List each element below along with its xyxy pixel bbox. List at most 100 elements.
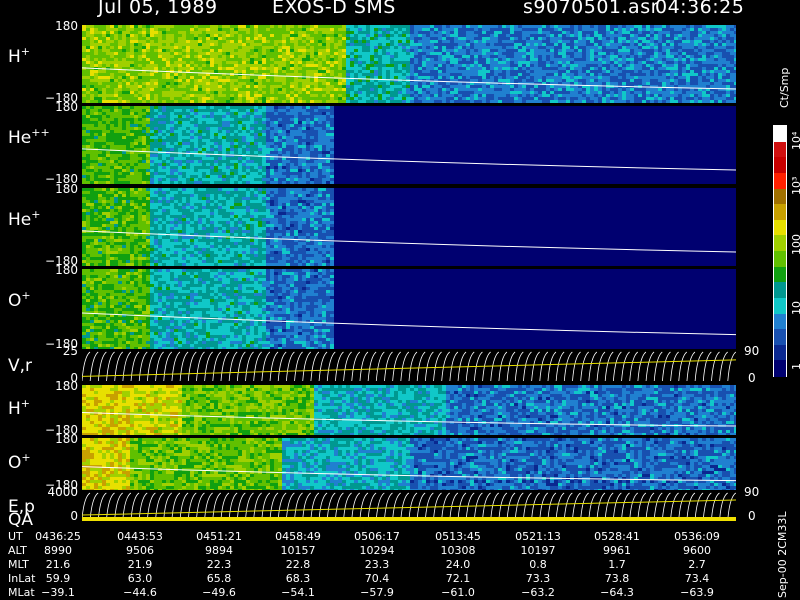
table-cell: 0506:17: [347, 530, 407, 543]
table-cell: 21.6: [28, 558, 88, 571]
colorbar-segment: [774, 344, 786, 361]
o-plus-2-label: O+: [8, 451, 31, 473]
panel-e-p: [82, 491, 736, 521]
table-row-label: MLT: [8, 558, 29, 571]
colorbar-segment: [774, 141, 786, 158]
table-cell: 0458:49: [268, 530, 328, 543]
table-cell: −54.1: [268, 586, 328, 599]
colorbar-tick-label: 10⁴: [790, 132, 800, 150]
table-cell: 0436:25: [28, 530, 88, 543]
table-cell: 22.3: [189, 558, 249, 571]
table-cell: 59.9: [28, 572, 88, 585]
table-cell: −49.6: [189, 586, 249, 599]
table-cell: 73.4: [667, 572, 727, 585]
table-cell: 21.9: [110, 558, 170, 571]
qa-label: QA: [8, 510, 33, 530]
panel-he-plus: [82, 188, 736, 266]
table-cell: 1.7: [587, 558, 647, 571]
v-r-ytick-top: 25: [42, 344, 78, 358]
he-plus-plus-plot: [82, 106, 736, 184]
table-cell: 0536:09: [667, 530, 727, 543]
o-plus-2-plot: [82, 438, 736, 490]
h-plus-1-label: H+: [8, 45, 30, 67]
table-cell: 10308: [428, 544, 488, 557]
table-cell: 65.8: [189, 572, 249, 585]
colorbar-tick-label: 10³: [790, 177, 800, 195]
side-code: Sep-00 2CM33L: [776, 512, 789, 599]
charge-superscript: +: [21, 289, 30, 302]
panel-v-r: [82, 350, 736, 383]
h-plus-1-plot: [82, 25, 736, 103]
table-cell: 10197: [508, 544, 568, 557]
table-cell: −64.3: [587, 586, 647, 599]
table-cell: 10294: [347, 544, 407, 557]
panel-h-plus-2: [82, 385, 736, 435]
table-cell: 70.4: [347, 572, 407, 585]
colorbar-segment: [774, 204, 786, 221]
colorbar-tick-label: 1: [790, 363, 800, 370]
table-cell: 68.3: [268, 572, 328, 585]
colorbar-segment: [774, 297, 786, 314]
e-p-ytick-top: 4000: [42, 485, 78, 499]
table-cell: 0443:53: [110, 530, 170, 543]
colorbar-segment: [774, 219, 786, 236]
table-cell: 0513:45: [428, 530, 488, 543]
panel-he-plus-plus: [82, 106, 736, 184]
he-plus-ytick-top: 180: [42, 182, 78, 196]
colorbar-segment: [774, 360, 786, 377]
species-symbol: H: [8, 47, 21, 67]
colorbar-tick-label: 100: [790, 234, 800, 255]
he-plus-plus-label: He++: [8, 126, 50, 148]
table-cell: 63.0: [110, 572, 170, 585]
orbit-parameters-table: UT 0436:25 0443:53 0451:21 0458:49 0506:17 051…: [0, 530, 800, 600]
panel-o-plus-1: [82, 269, 736, 349]
h-plus-2-ytick-top: 180: [42, 379, 78, 393]
table-cell: −44.6: [110, 586, 170, 599]
panel-h-plus-1: [82, 25, 736, 103]
charge-superscript: +: [21, 397, 30, 410]
colorbar-segment: [774, 126, 786, 143]
colorbar-segment: [774, 251, 786, 268]
table-cell: 9894: [189, 544, 249, 557]
table-cell: 0451:21: [189, 530, 249, 543]
o-plus-1-ytick-top: 180: [42, 263, 78, 277]
table-cell: 9506: [110, 544, 170, 557]
colorbar-segment: [774, 157, 786, 174]
he-plus-plot: [82, 188, 736, 266]
colorbar-segment: [774, 266, 786, 283]
colorbar-segment: [774, 313, 786, 330]
charge-superscript: +: [21, 451, 30, 464]
v-r-plot: [82, 350, 736, 383]
table-cell: 24.0: [428, 558, 488, 571]
colorbar-units: Ct/Smp: [778, 68, 791, 108]
table-cell: 72.1: [428, 572, 488, 585]
colorbar-segment: [774, 282, 786, 299]
colorbar-segment: [774, 235, 786, 252]
charge-superscript: ++: [31, 126, 49, 139]
table-row-label: ALT: [8, 544, 27, 557]
species-symbol: He: [8, 128, 31, 148]
he-plus-plus-ytick-top: 180: [42, 100, 78, 114]
table-cell: 23.3: [347, 558, 407, 571]
e-p-ytick-bottom: 0: [42, 509, 78, 523]
table-cell: −61.0: [428, 586, 488, 599]
o-plus-1-plot: [82, 269, 736, 349]
table-cell: −57.9: [347, 586, 407, 599]
e-p-plot: [82, 491, 736, 521]
h-plus-2-label: H+: [8, 397, 30, 419]
table-cell: −39.1: [28, 586, 88, 599]
table-cell: −63.2: [508, 586, 568, 599]
species-symbol: H: [8, 399, 21, 419]
table-cell: 10157: [268, 544, 328, 557]
charge-superscript: +: [21, 45, 30, 58]
v-r-rtick-bottom: 0: [748, 371, 756, 385]
colorbar-segment: [774, 329, 786, 346]
table-cell: −63.9: [667, 586, 727, 599]
table-cell: 9600: [667, 544, 727, 557]
v-r-label: V,r: [8, 356, 32, 376]
he-plus-label: He+: [8, 208, 40, 230]
species-symbol: O: [8, 291, 21, 311]
plot-area: H+ 180 −180 He++ 180 −180 He+ 180 −180 O+ 180 −180 V…: [0, 0, 800, 600]
colorbar-segment: [774, 172, 786, 189]
table-cell: 8990: [28, 544, 88, 557]
